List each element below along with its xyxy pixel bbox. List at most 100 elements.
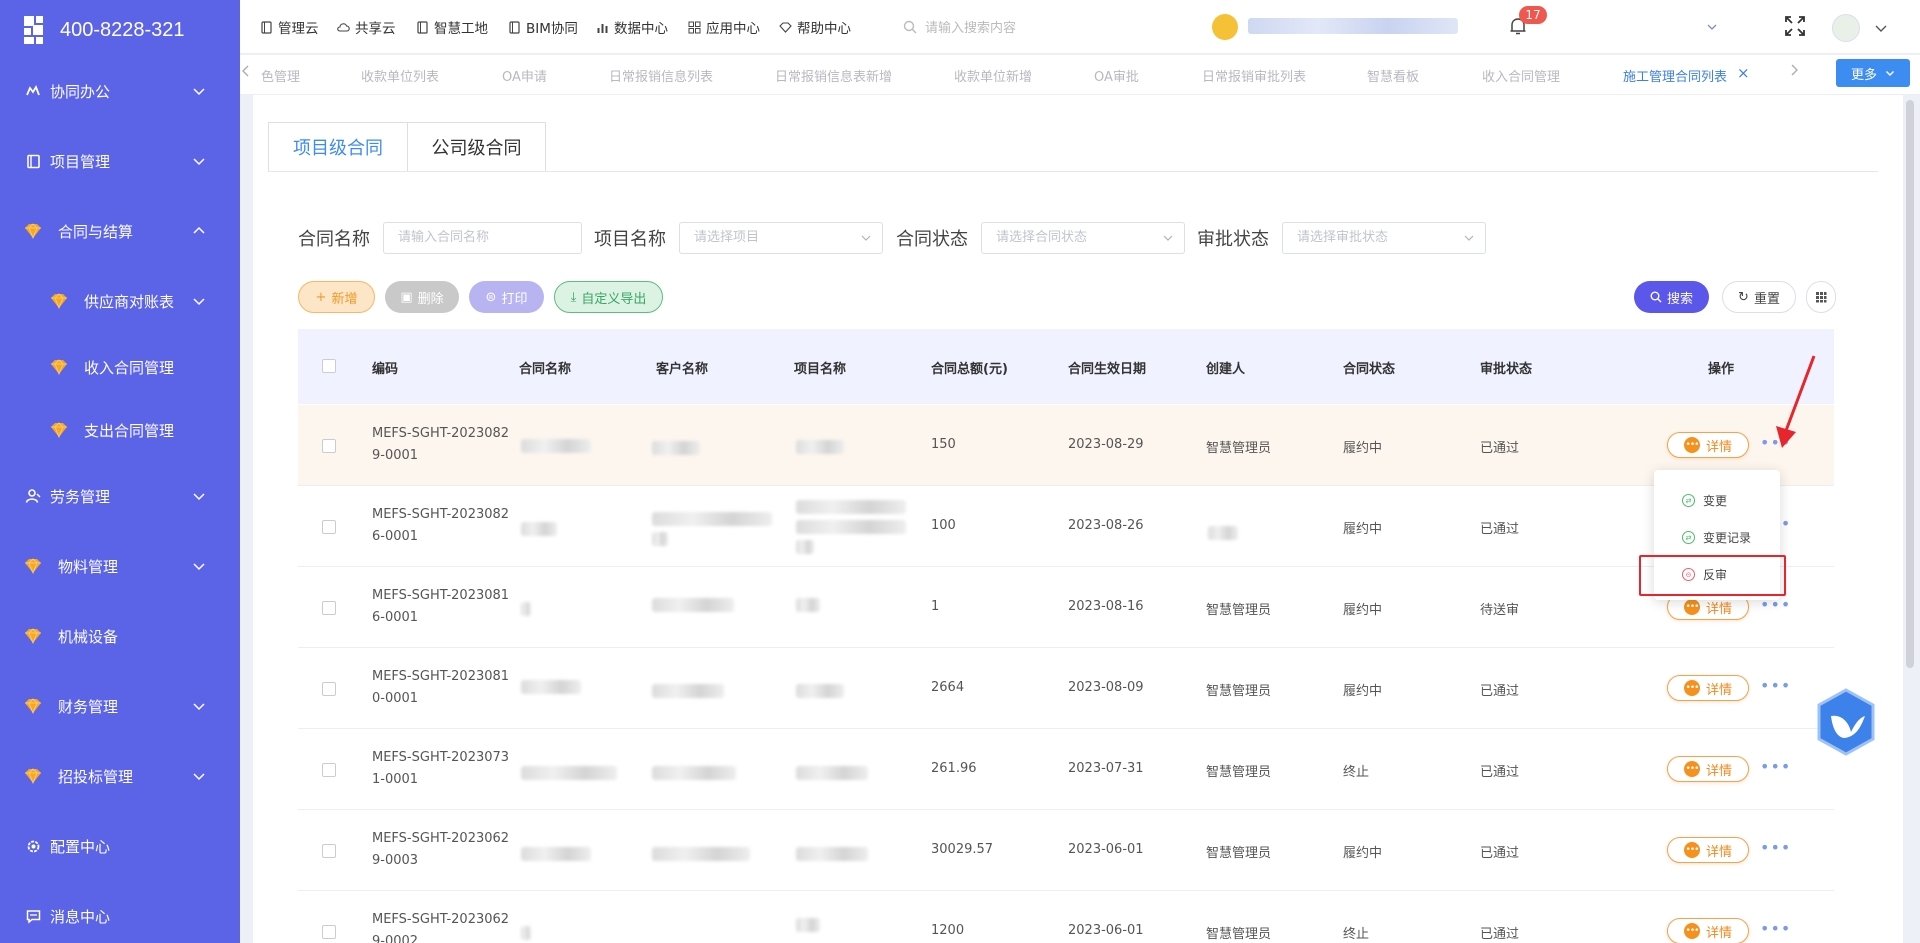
topnav-bim[interactable]: BIM协同 bbox=[508, 17, 578, 37]
document-icon bbox=[509, 20, 520, 34]
row-more-actions-icon[interactable]: ••• bbox=[1760, 757, 1791, 776]
code-line: MEFS-SGHT-2023082 bbox=[372, 426, 510, 441]
chevron-down-icon bbox=[193, 298, 205, 306]
sidebar-item-labor[interactable]: 劳务管理 bbox=[0, 473, 240, 519]
select-all-checkbox[interactable] bbox=[322, 359, 336, 373]
document-icon bbox=[417, 20, 428, 34]
detail-button[interactable]: ••• 详情 bbox=[1667, 432, 1749, 458]
fullscreen-icon[interactable] bbox=[1783, 14, 1807, 38]
document-icon bbox=[261, 20, 272, 34]
trash-icon: ▣ bbox=[400, 289, 413, 305]
cell-code: MEFS-SGHT-2023073 1-0001 bbox=[372, 747, 509, 791]
chevron-left-icon[interactable] bbox=[241, 65, 251, 77]
page-tab[interactable]: 智慧看板 bbox=[1367, 66, 1419, 85]
page-tab[interactable]: 收入合同管理 bbox=[1482, 66, 1560, 85]
sidebar-item-contract[interactable]: 合同与结算 bbox=[0, 208, 240, 254]
avatar[interactable] bbox=[1832, 14, 1860, 42]
topnav-app-center[interactable]: 应用中心 bbox=[688, 17, 760, 37]
column-settings-button[interactable] bbox=[1806, 281, 1836, 313]
cell-approval: 待送审 bbox=[1480, 603, 1520, 618]
cell-amount: 1 bbox=[931, 599, 940, 614]
gear-icon bbox=[24, 837, 42, 855]
sidebar-item-supplier-recon[interactable]: 供应商对账表 bbox=[0, 278, 240, 324]
approval-status-select[interactable]: 请选择审批状态 bbox=[1282, 222, 1486, 254]
global-search[interactable]: 请输入搜索内容 bbox=[903, 17, 1016, 36]
chevron-down-icon[interactable] bbox=[1706, 21, 1718, 33]
cell-amount: 2664 bbox=[931, 680, 965, 695]
topnav-shared-cloud[interactable]: 共享云 bbox=[337, 17, 396, 37]
cell-date: 2023-06-01 bbox=[1068, 923, 1144, 938]
sidebar-item-expense-contract[interactable]: 支出合同管理 bbox=[0, 407, 240, 453]
page-tab-active[interactable]: 施工管理合同列表 bbox=[1623, 66, 1727, 85]
person-icon bbox=[24, 487, 42, 505]
sidebar-item-machinery[interactable]: 机械设备 bbox=[0, 613, 240, 659]
search-button[interactable]: 搜索 bbox=[1634, 281, 1709, 313]
sidebar-item-material[interactable]: 物料管理 bbox=[0, 543, 240, 589]
sidebar-item-bidding[interactable]: 招投标管理 bbox=[0, 753, 240, 799]
bar-chart-icon bbox=[597, 23, 608, 33]
sidebar-item-label: 物料管理 bbox=[58, 557, 119, 576]
page-tab[interactable]: 收款单位列表 bbox=[361, 66, 439, 85]
sidebar-item-messages[interactable]: 消息中心 bbox=[0, 893, 240, 939]
row-checkbox[interactable] bbox=[322, 925, 336, 939]
detail-button[interactable]: ••• 详情 bbox=[1667, 756, 1749, 782]
search-input[interactable]: 请输入搜索内容 bbox=[925, 17, 1016, 36]
assistant-bird-icon[interactable] bbox=[1815, 688, 1877, 756]
detail-button[interactable]: ••• 详情 bbox=[1667, 837, 1749, 863]
row-checkbox[interactable] bbox=[322, 844, 336, 858]
cell-status: 履约中 bbox=[1343, 846, 1383, 861]
page-tab[interactable]: OA审批 bbox=[1094, 66, 1139, 85]
sidebar-item-finance[interactable]: 财务管理 bbox=[0, 683, 240, 729]
project-name-select[interactable]: 请选择项目 bbox=[679, 222, 883, 254]
row-more-actions-icon[interactable]: ••• bbox=[1760, 676, 1791, 695]
contract-status-select[interactable]: 请选择合同状态 bbox=[981, 222, 1185, 254]
more-tabs-button[interactable]: 更多 bbox=[1836, 59, 1910, 87]
reset-button[interactable]: ↻ 重置 bbox=[1722, 281, 1796, 313]
tab-company-contract[interactable]: 公司级合同 bbox=[408, 122, 546, 172]
row-checkbox[interactable] bbox=[322, 601, 336, 615]
page-tab[interactable]: 收款单位新增 bbox=[954, 66, 1032, 85]
notification-badge: 17 bbox=[1519, 6, 1547, 24]
page-tab[interactable]: 日常报销信息表新增 bbox=[775, 66, 892, 85]
detail-button[interactable]: ••• 详情 bbox=[1667, 675, 1749, 701]
sidebar-item-project[interactable]: 项目管理 bbox=[0, 138, 240, 184]
chevron-right-icon[interactable] bbox=[1789, 64, 1799, 76]
page-tab[interactable]: 日常报销审批列表 bbox=[1202, 66, 1306, 85]
sidebar-item-collab[interactable]: 协同办公 bbox=[0, 68, 240, 114]
row-checkbox[interactable] bbox=[322, 439, 336, 453]
delete-button[interactable]: ▣ 删除 bbox=[385, 281, 459, 313]
topnav-smart-site[interactable]: 智慧工地 bbox=[416, 17, 488, 37]
row-more-actions-icon[interactable]: ••• bbox=[1760, 838, 1791, 857]
page-tab[interactable]: 色管理 bbox=[261, 66, 300, 85]
page-tab[interactable]: OA申请 bbox=[502, 66, 547, 85]
gem-icon bbox=[24, 222, 42, 240]
topnav-label: 应用中心 bbox=[706, 21, 760, 37]
contract-name-input[interactable]: 请输入合同名称 bbox=[383, 222, 582, 254]
sidebar-item-config[interactable]: 配置中心 bbox=[0, 823, 240, 869]
vertical-scrollbar[interactable] bbox=[1906, 100, 1914, 668]
add-button[interactable]: + 新增 bbox=[298, 281, 375, 313]
redacted-text bbox=[796, 520, 906, 534]
menu-item-change-log[interactable]: ⇄ 变更记录 bbox=[1682, 529, 1751, 546]
topnav-help-center[interactable]: 帮助中心 bbox=[779, 17, 851, 37]
row-checkbox[interactable] bbox=[322, 682, 336, 696]
redacted-text bbox=[521, 680, 581, 694]
close-tab-icon[interactable]: × bbox=[1737, 64, 1750, 82]
page-tab[interactable]: 日常报销信息列表 bbox=[609, 66, 713, 85]
chevron-down-icon[interactable] bbox=[1874, 21, 1888, 35]
menu-item-change[interactable]: ⇄ 变更 bbox=[1682, 492, 1727, 509]
topnav-data-center[interactable]: 数据中心 bbox=[596, 17, 668, 37]
detail-button[interactable]: ••• 详情 bbox=[1667, 918, 1749, 943]
user-name-masked[interactable] bbox=[1248, 18, 1458, 34]
sidebar-item-label: 项目管理 bbox=[50, 152, 111, 171]
row-checkbox[interactable] bbox=[322, 763, 336, 777]
select-placeholder: 请选择审批状态 bbox=[1297, 230, 1389, 245]
topnav-management-cloud[interactable]: 管理云 bbox=[260, 17, 319, 37]
tab-project-contract[interactable]: 项目级合同 bbox=[268, 122, 408, 172]
row-checkbox[interactable] bbox=[322, 520, 336, 534]
sidebar-item-income-contract[interactable]: 收入合同管理 bbox=[0, 344, 240, 390]
column-header: 客户名称 bbox=[656, 362, 709, 377]
row-more-actions-icon[interactable]: ••• bbox=[1760, 919, 1791, 938]
print-button[interactable]: ⊜ 打印 bbox=[469, 281, 544, 313]
export-button[interactable]: ⤓ 自定义导出 bbox=[554, 281, 663, 313]
